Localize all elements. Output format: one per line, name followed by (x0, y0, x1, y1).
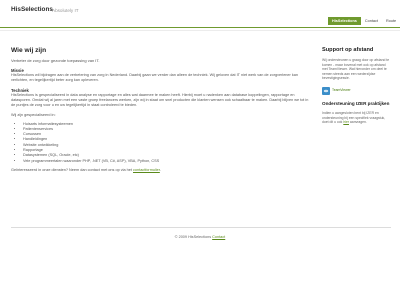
techniek-paragraph: HisSelections is gespecialiseerd in data… (11, 93, 309, 108)
izer-text-end: aanvragen. (349, 120, 367, 125)
list-intro: Wij zijn gespecialiseerd in: (11, 113, 56, 118)
top-nav: HisSelections Contact Route (328, 17, 400, 25)
page: HisSelections Absolutely IT HisSelection… (0, 0, 400, 300)
contact-question-end: . (159, 167, 161, 172)
contact-question: Geïnteresseerd in onze diensten? Neem da… (11, 168, 311, 173)
izer-link[interactable]: hier (343, 120, 349, 124)
page-intro: Verbeter de zorg door gezonde toepassing… (11, 58, 100, 63)
support-title: Support op afstand (322, 47, 374, 53)
contact-question-text: Geïnteresseerd in onze diensten? Neem da… (11, 167, 132, 172)
page-title: Wie wij zijn (11, 47, 47, 54)
footer-divider (11, 227, 391, 228)
teamviewer-link[interactable]: TeamViewer (322, 86, 392, 95)
teamviewer-icon (322, 86, 330, 95)
specialization-list: Huisarts informatiesysteemen Patientense… (11, 122, 311, 164)
footer-copyright: © 2009 HisSelections (174, 235, 212, 239)
footer-contact-link[interactable]: Contact (212, 235, 225, 239)
contact-form-link[interactable]: contactformulier (133, 168, 160, 172)
support-text: Wij ondersteunen u graag door op afstand… (322, 58, 390, 81)
tab-hisselections[interactable]: HisSelections (328, 17, 361, 25)
teamviewer-label: TeamViewer (332, 88, 351, 93)
header-accent-line (0, 27, 400, 28)
list-item: Vele programmeertalen waaronder PHP, .NE… (23, 159, 311, 164)
header: HisSelections Absolutely IT HisSelection… (0, 0, 400, 30)
header-divider (0, 30, 400, 31)
site-brand[interactable]: HisSelections (11, 6, 53, 12)
tab-route[interactable]: Route (382, 17, 400, 25)
izer-title: Ondersteuning IZER praktijken (322, 100, 390, 106)
section-text-missie: HisSelections wil bijdragen aan de verbe… (11, 73, 311, 83)
missie-paragraph: HisSelections wil bijdragen aan de verbe… (11, 73, 298, 83)
main-content: Wie wij zijn Verbeter de zorg door gezon… (11, 47, 311, 173)
tab-contact[interactable]: Contact (361, 17, 382, 25)
izer-text-block: Indien u aangesloten bent bij IZER en on… (322, 111, 392, 125)
section-text-techniek: HisSelections is gespecialiseerd in data… (11, 93, 311, 108)
footer: © 2009 HisSelections Contact (0, 235, 400, 240)
site-tagline: Absolutely IT (52, 8, 79, 13)
sidebar: Support op afstand Wij ondersteunen u gr… (322, 47, 392, 125)
